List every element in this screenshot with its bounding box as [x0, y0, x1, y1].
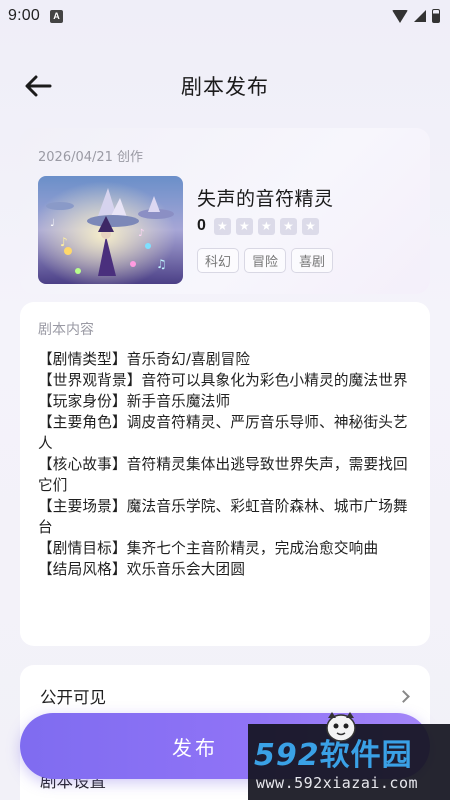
content-line: 【世界观背景】音符可以具象化为彩色小精灵的魔法世界: [38, 372, 408, 389]
content-line: 【剧情目标】集齐七个主音阶精灵，完成治愈交响曲: [38, 540, 379, 557]
tag: 科幻: [197, 248, 240, 273]
publish-label: 发布: [172, 735, 218, 760]
svg-text:♪: ♪: [60, 235, 68, 249]
signal-icon: [414, 10, 426, 22]
mascot-icon: [326, 712, 356, 742]
watermark-url: www.592xiazai.com: [256, 774, 419, 792]
svg-text:♫: ♫: [156, 257, 167, 271]
battery-icon: [432, 9, 440, 23]
watermark-brand-number: 592: [254, 738, 320, 773]
star-icon: ★: [213, 217, 231, 235]
page-title: 剧本发布: [181, 75, 269, 99]
rating-value: 0: [197, 217, 206, 234]
content-line: 【主要场景】魔法音乐学院、彩虹音阶森林、城市广场舞台: [38, 498, 408, 536]
arrow-left-icon: [25, 75, 52, 97]
tag: 冒险: [244, 248, 287, 273]
created-date: 2026/04/21 创作: [38, 150, 144, 165]
star-icon: ★: [301, 217, 319, 235]
svg-text:♪: ♪: [138, 228, 144, 239]
svg-text:♩: ♩: [50, 218, 55, 229]
content-label: 剧本内容: [38, 322, 94, 338]
chevron-right-icon: [397, 689, 410, 703]
tag-list: 科幻 冒险 喜剧: [197, 248, 334, 273]
back-button[interactable]: [18, 70, 58, 102]
notification-icon: A: [49, 9, 63, 23]
content-text: 【剧情类型】音乐奇幻/喜剧冒险 【世界观背景】音符可以具象化为彩色小精灵的魔法世…: [38, 349, 416, 580]
status-bar: 9:00 A: [0, 0, 450, 32]
script-content-card: 剧本内容 【剧情类型】音乐奇幻/喜剧冒险 【世界观背景】音符可以具象化为彩色小精…: [20, 302, 430, 646]
star-icon: ★: [235, 217, 253, 235]
status-icons: [392, 9, 440, 23]
status-time: 9:00: [8, 7, 40, 24]
cover-image[interactable]: ♪ ♫ ♪ ♩: [38, 176, 183, 284]
script-name: 失声的音符精灵: [197, 188, 334, 210]
cover-art: ♪ ♫ ♪ ♩: [38, 176, 183, 284]
star-icon: ★: [279, 217, 297, 235]
star-icon: ★: [257, 217, 275, 235]
content-line: 【主要角色】调皮音符精灵、严厉音乐导师、神秘街头艺人: [38, 414, 408, 452]
content-line: 【玩家身份】新手音乐魔法师: [38, 393, 231, 410]
header: 剧本发布: [0, 62, 450, 110]
rating-row: 0 ★ ★ ★ ★ ★: [197, 217, 322, 235]
content-line: 【结局风格】欢乐音乐会大团圆: [38, 561, 246, 578]
tag: 喜剧: [291, 248, 334, 273]
content-line: 【剧情类型】音乐奇幻/喜剧冒险: [38, 351, 251, 368]
wifi-icon: [392, 9, 408, 23]
visibility-label: 公开可见: [40, 688, 106, 707]
script-info-card: 2026/04/21 创作 ♪ ♫ ♪ ♩ 失声的音符精灵 0 ★ ★ ★ ★ …: [20, 128, 430, 294]
content-line: 【核心故事】音符精灵集体出逃导致世界失声，需要找回它们: [38, 456, 408, 494]
